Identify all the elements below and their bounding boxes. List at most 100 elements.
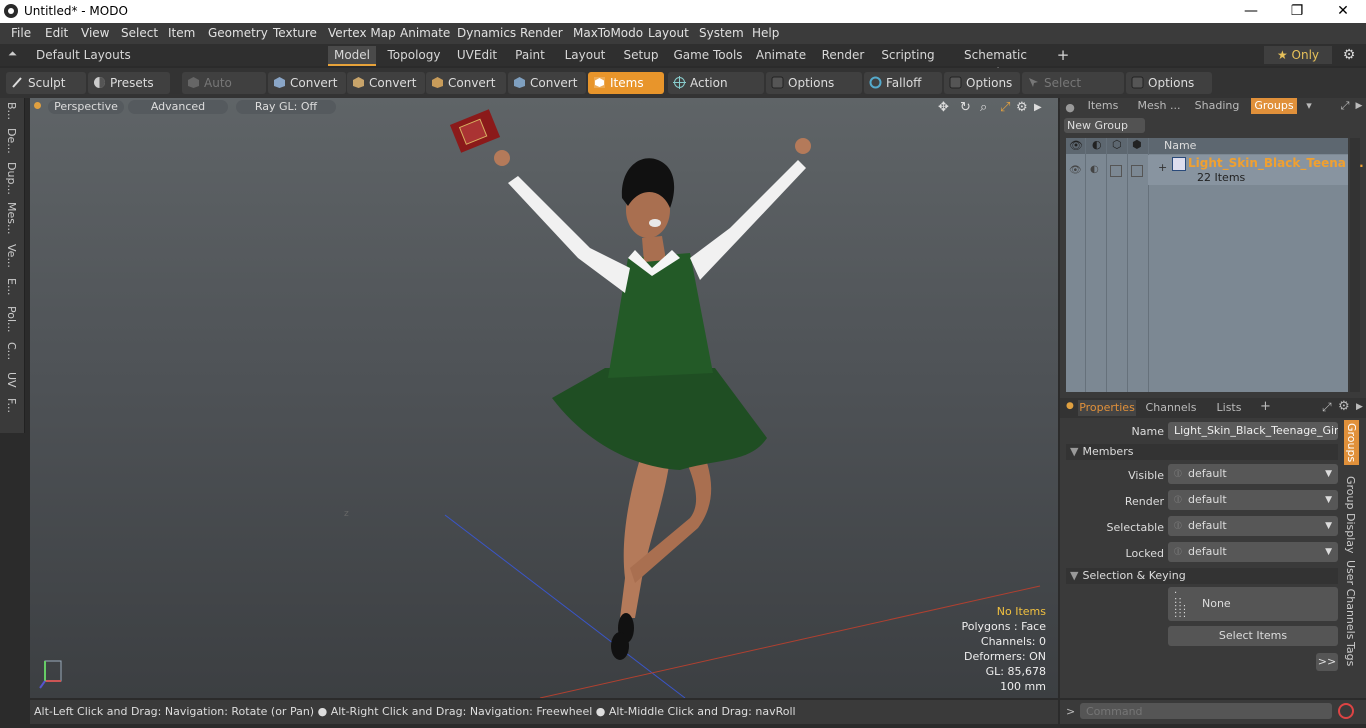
convert-button-3[interactable]: Convert <box>426 72 506 94</box>
strip-tab-vertex[interactable]: Ve... <box>5 244 18 268</box>
tab-render[interactable]: Render <box>818 46 868 64</box>
expand-properties-icon[interactable]: ⤢ <box>1322 400 1332 415</box>
tab-properties[interactable]: Properties <box>1078 400 1136 416</box>
tab-paint[interactable]: Paint <box>510 46 550 64</box>
menu-layout[interactable]: Layout <box>648 26 689 40</box>
action-center-button[interactable]: Action Center <box>668 72 764 112</box>
add-properties-tab-button[interactable]: + <box>1260 399 1271 414</box>
group-row[interactable]: + Light_Skin_Black_Teena ... 22 Items <box>1148 155 1364 185</box>
options-button-2[interactable]: Options <box>944 72 1020 94</box>
tab-topology[interactable]: Topology <box>384 46 444 64</box>
tab-lists[interactable]: Lists <box>1206 400 1252 416</box>
members-section[interactable]: ▼ Members <box>1066 444 1338 460</box>
menu-system[interactable]: System <box>699 26 744 40</box>
selectable-icon[interactable]: ⬢ <box>1132 138 1142 151</box>
gear-icon[interactable]: ⚙ <box>1340 46 1358 64</box>
tab-animate[interactable]: Animate <box>752 46 810 64</box>
default-layouts-dropdown[interactable]: Default Layouts ▾ <box>36 46 131 80</box>
panel-menu-dot-icon[interactable]: ● <box>1064 100 1076 116</box>
row-lock-checkbox[interactable] <box>1110 165 1122 177</box>
expand-plus-icon[interactable]: + <box>1158 161 1167 174</box>
falloff-button[interactable]: Falloff <box>864 72 942 94</box>
props-menu-dot-icon[interactable]: ● <box>1066 401 1074 411</box>
tab-items[interactable]: Items <box>1086 98 1120 114</box>
visible-dropdown[interactable]: ⦶ default ▼ <box>1168 464 1338 484</box>
groups-tab-dropdown-icon[interactable]: ▾ <box>1302 98 1316 114</box>
selection-keying-section[interactable]: ▼ Selection & Keying <box>1066 568 1338 584</box>
select-through-button[interactable]: Select Through <box>1022 72 1124 112</box>
tab-layout[interactable]: Layout <box>560 46 610 64</box>
menu-select[interactable]: Select <box>121 26 158 40</box>
lock-icon[interactable]: ⬡ <box>1112 138 1122 151</box>
tab-setup[interactable]: Setup <box>618 46 664 64</box>
tab-model[interactable]: Model <box>328 46 376 66</box>
menu-texture[interactable]: Texture <box>273 26 317 40</box>
convert-button-2[interactable]: Convert <box>347 72 425 94</box>
presets-button[interactable]: Presets F6 <box>88 72 170 112</box>
menu-dynamics[interactable]: Dynamics <box>457 26 516 40</box>
strip-tab-basic[interactable]: B... <box>5 102 18 120</box>
row-select-checkbox[interactable] <box>1131 165 1143 177</box>
locked-dropdown[interactable]: ⦶ default ▼ <box>1168 542 1338 562</box>
close-button[interactable]: ✕ <box>1320 0 1366 23</box>
tab-groups[interactable]: Groups <box>1251 98 1297 114</box>
menu-file[interactable]: File <box>11 26 31 40</box>
maximize-button[interactable]: ❐ <box>1274 0 1320 23</box>
menu-view[interactable]: View <box>81 26 109 40</box>
none-keying-button[interactable]: ·:::::::: None <box>1168 587 1338 621</box>
render-dropdown[interactable]: ⦶ default ▼ <box>1168 490 1338 510</box>
sculpt-button[interactable]: Sculpt <box>6 72 86 94</box>
tab-mesh[interactable]: Mesh ... <box>1134 98 1184 114</box>
3d-viewport[interactable]: Perspective Advanced Ray GL: Off ✥ ↻ ⌕ ⤢… <box>30 98 1058 698</box>
strip-tab-edge[interactable]: E... <box>5 278 18 295</box>
menu-animate[interactable]: Animate <box>400 26 450 40</box>
add-tab-button[interactable]: + <box>1054 46 1072 64</box>
items-button[interactable]: Items <box>588 72 664 94</box>
convert-button-4[interactable]: Convert <box>508 72 586 94</box>
strip-tab-uv[interactable]: UV <box>5 372 18 388</box>
selectable-dropdown[interactable]: ⦶ default ▼ <box>1168 516 1338 536</box>
expand-panel-icon[interactable]: ⤢ <box>1338 98 1352 114</box>
tab-channels[interactable]: Channels <box>1142 400 1200 416</box>
layout-up-icon[interactable]: ⏶ <box>8 47 17 61</box>
name-field[interactable]: Light_Skin_Black_Teenage_Girl_ir <box>1168 422 1338 440</box>
menu-vertex-map[interactable]: Vertex Map <box>328 26 396 40</box>
tab-game-tools[interactable]: Game Tools <box>673 46 743 64</box>
options-button-3[interactable]: Options <box>1126 72 1212 94</box>
strip-tab-curve[interactable]: C... <box>5 342 18 360</box>
tab-shading[interactable]: Shading <box>1192 98 1242 114</box>
strip-tab-fusion[interactable]: F... <box>5 398 18 413</box>
only-toggle[interactable]: ★ Only <box>1264 46 1332 64</box>
strip-tab-mesh-edit[interactable]: Mes... <box>5 202 18 234</box>
render-icon[interactable]: ◐ <box>1092 138 1102 151</box>
row-render-icon[interactable]: ◐ <box>1090 164 1099 175</box>
menu-item[interactable]: Item <box>168 26 195 40</box>
properties-arrow-icon[interactable]: ▶ <box>1356 402 1363 412</box>
command-input[interactable] <box>1080 703 1332 719</box>
strip-tab-duplicate[interactable]: Dup... <box>5 162 18 195</box>
menu-maxtomodo[interactable]: MaxToModo <box>573 26 643 40</box>
side-tab-tags[interactable]: Tags <box>1344 642 1357 666</box>
menu-geometry[interactable]: Geometry <box>208 26 268 40</box>
more-button[interactable]: >> <box>1316 653 1338 671</box>
strip-tab-deform[interactable]: De... <box>5 128 18 154</box>
menu-help[interactable]: Help <box>752 26 779 40</box>
tab-schematic-fusion[interactable]: Schematic Fusion <box>948 46 1043 80</box>
properties-gear-icon[interactable]: ⚙ <box>1338 399 1350 414</box>
eye-icon[interactable]: 👁 <box>1069 139 1083 152</box>
panel-arrow-icon[interactable]: ▶ <box>1354 98 1364 114</box>
side-tab-user-channels[interactable]: User Channels <box>1344 560 1357 639</box>
side-tab-groups[interactable]: Groups <box>1344 420 1359 466</box>
row-eye-icon[interactable]: 👁 <box>1069 165 1082 176</box>
menu-edit[interactable]: Edit <box>45 26 68 40</box>
options-button-1[interactable]: Options <box>766 72 862 94</box>
convert-button-1[interactable]: Convert <box>268 72 346 94</box>
groups-scrollbar[interactable] <box>1350 138 1360 392</box>
new-group-button[interactable]: New Group <box>1064 118 1145 133</box>
side-tab-group-display[interactable]: Group Display <box>1344 476 1357 554</box>
select-items-button[interactable]: Select Items <box>1168 626 1338 646</box>
minimize-button[interactable]: — <box>1228 0 1274 23</box>
auto-select-button[interactable]: Auto Select <box>182 72 266 112</box>
tab-uvedit[interactable]: UVEdit <box>452 46 502 64</box>
strip-tab-polygon[interactable]: Pol... <box>5 306 18 333</box>
